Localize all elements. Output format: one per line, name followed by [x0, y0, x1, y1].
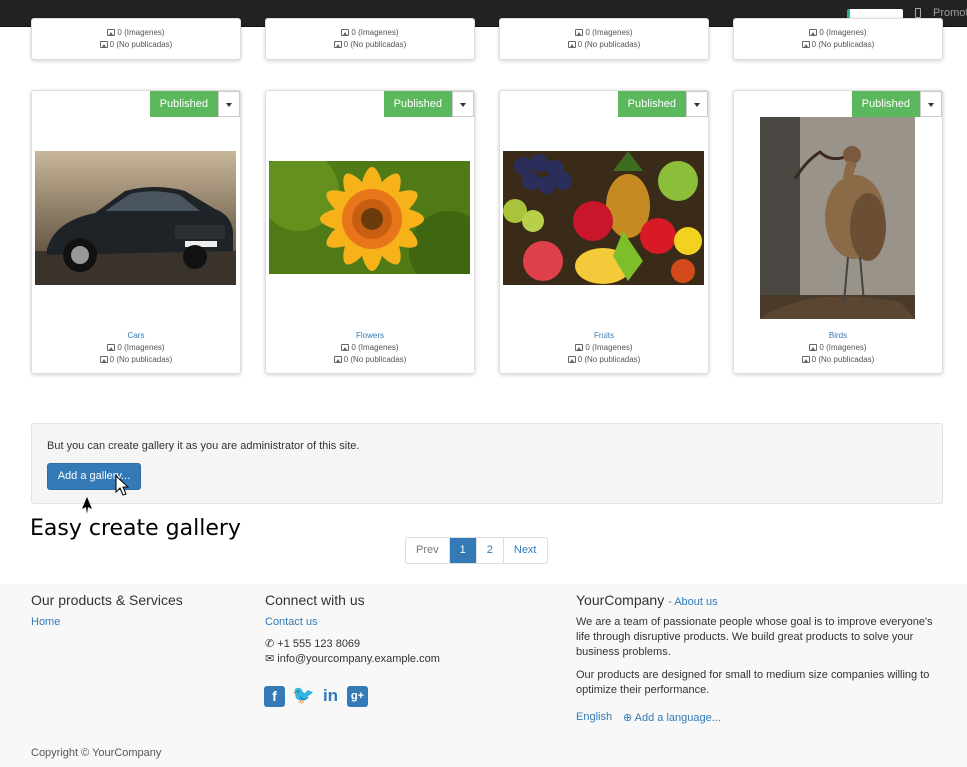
footer: Our products & Services Home Connect wit…	[0, 584, 967, 767]
images-count: 0 (Imagenes)	[32, 342, 240, 354]
unpublished-count: 0 (No publicadas)	[500, 39, 708, 51]
picture-icon	[801, 41, 810, 48]
images-count: 0 (Imagenes)	[266, 27, 474, 39]
picture-icon	[99, 356, 108, 363]
admin-create-panel: But you can create gallery it as you are…	[31, 423, 943, 504]
bird-thumbnail[interactable]	[760, 117, 915, 319]
picture-icon	[333, 41, 342, 48]
google-plus-icon[interactable]: g+	[347, 686, 368, 707]
published-toggle[interactable]: Published	[851, 91, 920, 117]
pagination: Prev 1 2 Next	[405, 537, 548, 564]
fruits-thumbnail[interactable]	[503, 151, 704, 285]
picture-icon	[809, 29, 818, 36]
picture-icon	[333, 356, 342, 363]
envelope-icon: ✉	[265, 653, 278, 665]
publish-dropdown-caret[interactable]	[686, 91, 708, 117]
mouse-pointer-icon	[115, 475, 130, 496]
caption-title: Easy create gallery	[30, 516, 241, 541]
footer-about-text: We are a team of passionate people whose…	[576, 616, 933, 658]
unpublished-count: 0 (No publicadas)	[32, 39, 240, 51]
picture-icon	[341, 344, 350, 351]
gallery-name-link[interactable]: Birds	[734, 331, 942, 340]
picture-icon	[567, 356, 576, 363]
picture-icon	[809, 344, 818, 351]
images-count: 0 (Imagenes)	[734, 342, 942, 354]
mobile-preview-icon[interactable]	[915, 8, 921, 18]
footer-email: ✉ info@yourcompany.example.com	[265, 653, 440, 665]
admin-message: But you can create gallery it as you are…	[47, 440, 360, 452]
gallery-card[interactable]: 0 (Imagenes) 0 (No publicadas)	[31, 18, 241, 60]
about-us-link[interactable]: - About us	[668, 596, 718, 608]
plus-circle-icon: ⊕	[623, 712, 635, 724]
gallery-card[interactable]: 0 (Imagenes) 0 (No publicadas)	[265, 18, 475, 60]
picture-icon	[567, 41, 576, 48]
unpublished-count: 0 (No publicadas)	[734, 354, 942, 366]
gallery-card[interactable]: 0 (Imagenes) 0 (No publicadas)	[499, 18, 709, 60]
images-count: 0 (Imagenes)	[266, 342, 474, 354]
pager-page-2[interactable]: 2	[477, 538, 504, 563]
picture-icon	[575, 344, 584, 351]
copyright: Copyright © YourCompany	[31, 747, 162, 759]
picture-icon	[99, 41, 108, 48]
images-count: 0 (Imagenes)	[32, 27, 240, 39]
pager-next[interactable]: Next	[504, 538, 547, 563]
gallery-card-birds[interactable]: Published Birds 0 (Imagenes) 0 (No publi…	[733, 90, 943, 374]
unpublished-count: 0 (No publicadas)	[266, 354, 474, 366]
images-count: 0 (Imagenes)	[500, 342, 708, 354]
add-language-link[interactable]: ⊕ Add a language...	[623, 711, 721, 724]
unpublished-count: 0 (No publicadas)	[734, 39, 942, 51]
flower-thumbnail[interactable]	[269, 161, 470, 274]
publish-dropdown-caret[interactable]	[452, 91, 474, 117]
car-thumbnail[interactable]	[35, 151, 236, 285]
pager-page-1[interactable]: 1	[449, 538, 477, 563]
published-toggle[interactable]: Published	[617, 91, 686, 117]
facebook-icon[interactable]: f	[264, 686, 285, 707]
footer-contact-link[interactable]: Contact us	[265, 616, 318, 628]
unpublished-count: 0 (No publicadas)	[32, 354, 240, 366]
footer-phone: ✆ +1 555 123 8069	[265, 638, 361, 650]
twitter-icon[interactable]: 🐦	[292, 685, 314, 706]
gallery-card-cars[interactable]: Published Cars 0 (Imagenes) 0 (No public…	[31, 90, 241, 374]
up-arrow-icon	[82, 497, 92, 514]
footer-connect-title: Connect with us	[265, 592, 365, 608]
unpublished-count: 0 (No publicadas)	[266, 39, 474, 51]
picture-icon	[575, 29, 584, 36]
picture-icon	[107, 344, 116, 351]
gallery-name-link[interactable]: Flowers	[266, 331, 474, 340]
linkedin-icon[interactable]: in	[320, 685, 341, 706]
language-link[interactable]: English	[576, 711, 612, 723]
published-toggle[interactable]: Published	[149, 91, 218, 117]
footer-about-text-2: Our products are designed for small to m…	[576, 669, 930, 696]
images-count: 0 (Imagenes)	[500, 27, 708, 39]
gallery-card-fruits[interactable]: Published Fruits 0 (Imagenes) 0 (No publ…	[499, 90, 709, 374]
gallery-card[interactable]: 0 (Imagenes) 0 (No publicadas)	[733, 18, 943, 60]
pager-prev[interactable]: Prev	[406, 538, 450, 563]
picture-icon	[801, 356, 810, 363]
footer-company-title: YourCompany - About us	[576, 592, 718, 608]
footer-products-title: Our products & Services	[31, 592, 183, 608]
picture-icon	[107, 29, 116, 36]
gallery-card-flowers[interactable]: Published Flowers 0 (Imagenes) 0 (No pub…	[265, 90, 475, 374]
gallery-name-link[interactable]: Cars	[32, 331, 240, 340]
footer-home-link[interactable]: Home	[31, 616, 60, 628]
gallery-name-link[interactable]: Fruits	[500, 331, 708, 340]
publish-dropdown-caret[interactable]	[920, 91, 942, 117]
picture-icon	[341, 29, 350, 36]
phone-icon: ✆	[265, 638, 278, 650]
unpublished-count: 0 (No publicadas)	[500, 354, 708, 366]
publish-dropdown-caret[interactable]	[218, 91, 240, 117]
images-count: 0 (Imagenes)	[734, 27, 942, 39]
published-toggle[interactable]: Published	[383, 91, 452, 117]
